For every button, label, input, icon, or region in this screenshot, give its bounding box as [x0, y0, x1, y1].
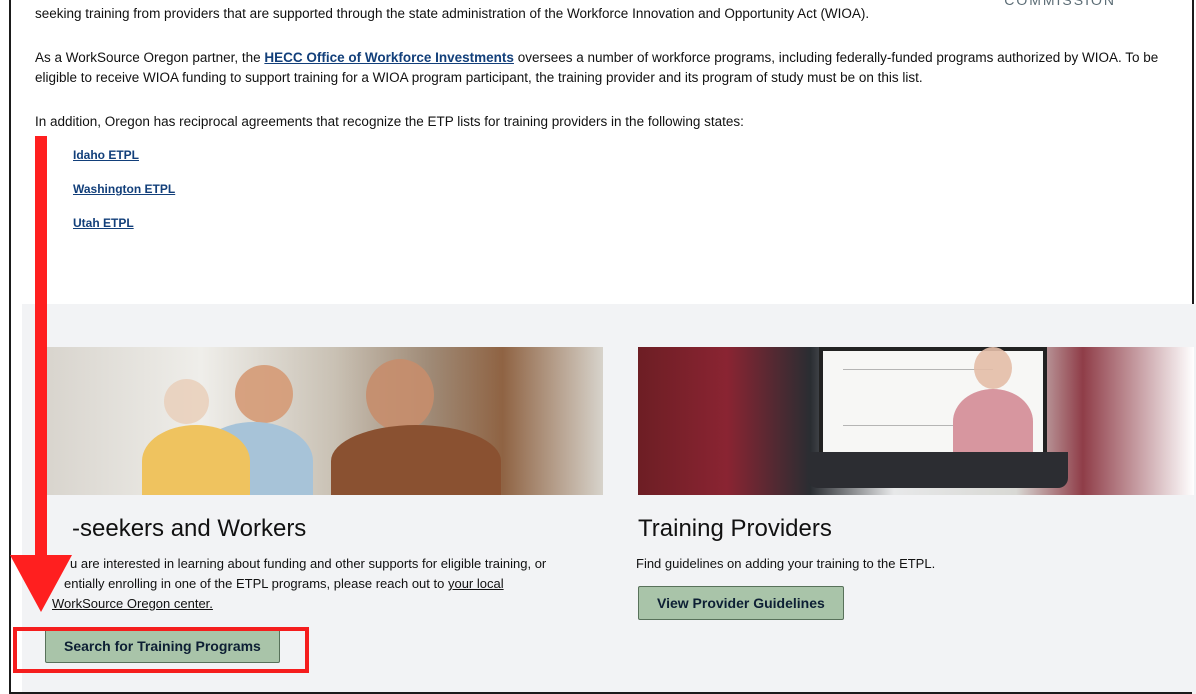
list-item: Idaho ETPL [73, 146, 175, 180]
red-arrow-head [10, 555, 72, 612]
woman-face [235, 365, 293, 423]
worksource-center-link[interactable]: WorkSource Oregon center. [52, 594, 612, 614]
background-shirt [142, 425, 250, 495]
washington-etpl-link[interactable]: Washington ETPL [73, 182, 175, 196]
job-seekers-text: u are interested in learning about fundi… [52, 554, 612, 614]
job-seekers-photo [45, 347, 603, 495]
job-seekers-text-line-1: u are interested in learning about fundi… [70, 556, 547, 571]
man-shirt [331, 425, 501, 495]
hecc-office-link[interactable]: HECC Office of Workforce Investments [264, 50, 514, 65]
job-seekers-text-line-2-before: entially enrolling in one of the ETPL pr… [64, 576, 448, 591]
job-seekers-title: -seekers and Workers [72, 515, 307, 542]
utah-etpl-link[interactable]: Utah ETPL [73, 216, 134, 230]
intro-paragraph-2-before: As a WorkSource Oregon partner, the [35, 50, 265, 65]
teacher-shirt [953, 389, 1033, 454]
intro-paragraph-3: In addition, Oregon has reciprocal agree… [35, 114, 744, 129]
training-providers-text: Find guidelines on adding your training … [636, 556, 936, 571]
view-provider-guidelines-button[interactable]: View Provider Guidelines [638, 586, 844, 620]
state-etpl-links: Idaho ETPL Washington ETPL Utah ETPL [73, 146, 175, 248]
job-seekers-text-line-2: entially enrolling in one of the ETPL pr… [52, 574, 612, 594]
laptop [808, 452, 1068, 488]
background-person [164, 379, 209, 424]
intro-paragraph-1: seeking training from providers that are… [35, 6, 870, 21]
page-frame: COMMISSION seeking training from provide… [9, 0, 1196, 694]
idaho-etpl-link[interactable]: Idaho ETPL [73, 148, 139, 162]
red-arrow-shaft [35, 136, 47, 570]
training-provider-photo [638, 347, 1194, 495]
local-center-link-part[interactable]: your local [448, 576, 504, 591]
training-providers-title: Training Providers [638, 515, 832, 542]
logo-fragment: COMMISSION [1004, 0, 1116, 8]
list-item: Utah ETPL [73, 214, 175, 248]
man-face [366, 359, 434, 431]
teacher-face [974, 347, 1012, 389]
intro-paragraph-2: As a WorkSource Oregon partner, the HECC… [35, 48, 1175, 88]
red-highlight-box [13, 627, 309, 673]
list-item: Washington ETPL [73, 180, 175, 214]
